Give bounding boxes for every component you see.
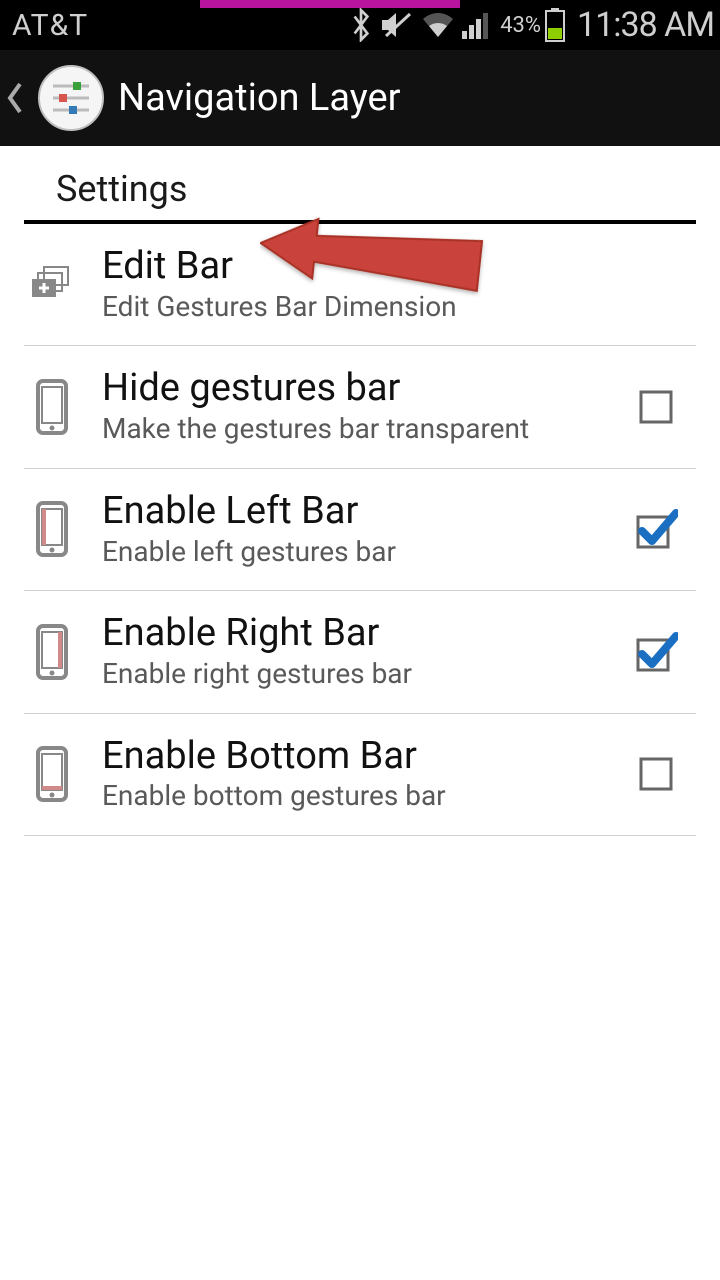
bluetooth-icon: [348, 8, 374, 42]
page-title: Navigation Layer: [118, 76, 401, 120]
row-enable-left-bar[interactable]: Enable Left Bar Enable left gestures bar: [24, 469, 696, 591]
checkbox-unchecked[interactable]: [634, 752, 678, 796]
wifi-icon: [420, 11, 456, 39]
checkbox-checked[interactable]: [634, 507, 678, 551]
row-subtitle: Edit Gestures Bar Dimension: [102, 290, 678, 324]
stack-plus-icon: [24, 257, 80, 313]
row-title: Enable Bottom Bar: [102, 736, 612, 778]
battery-icon: [545, 8, 565, 42]
row-title: Enable Right Bar: [102, 613, 612, 655]
row-hide-gestures-bar[interactable]: Hide gestures bar Make the gestures bar …: [24, 346, 696, 468]
clock: 11:38 AM: [577, 5, 714, 45]
phone-right-icon: [24, 624, 80, 680]
battery-percent: 43%: [500, 13, 541, 38]
mute-icon: [380, 10, 414, 40]
row-enable-right-bar[interactable]: Enable Right Bar Enable right gestures b…: [24, 591, 696, 713]
row-title: Edit Bar: [102, 246, 678, 288]
settings-list: Edit Bar Edit Gestures Bar Dimension Hid…: [0, 224, 720, 836]
checkbox-checked[interactable]: [634, 630, 678, 674]
phone-icon: [24, 379, 80, 435]
action-bar[interactable]: Navigation Layer: [0, 50, 720, 146]
section-header: Settings: [24, 146, 696, 224]
notification-indicator: [200, 0, 460, 8]
row-title: Hide gestures bar: [102, 368, 612, 410]
row-subtitle: Enable right gestures bar: [102, 657, 612, 691]
row-subtitle: Enable left gestures bar: [102, 535, 612, 569]
row-subtitle: Make the gestures bar transparent: [102, 412, 612, 446]
row-subtitle: Enable bottom gestures bar: [102, 779, 612, 813]
row-enable-bottom-bar[interactable]: Enable Bottom Bar Enable bottom gestures…: [24, 714, 696, 836]
carrier-label: AT&T: [12, 8, 88, 43]
checkbox-unchecked[interactable]: [634, 385, 678, 429]
app-icon: [38, 65, 104, 131]
phone-left-icon: [24, 501, 80, 557]
status-bar: AT&T: [0, 0, 720, 50]
row-title: Enable Left Bar: [102, 491, 612, 533]
row-edit-bar[interactable]: Edit Bar Edit Gestures Bar Dimension: [24, 224, 696, 346]
phone-bottom-icon: [24, 746, 80, 802]
cell-signal-icon: [462, 11, 494, 39]
back-icon[interactable]: [6, 80, 24, 116]
